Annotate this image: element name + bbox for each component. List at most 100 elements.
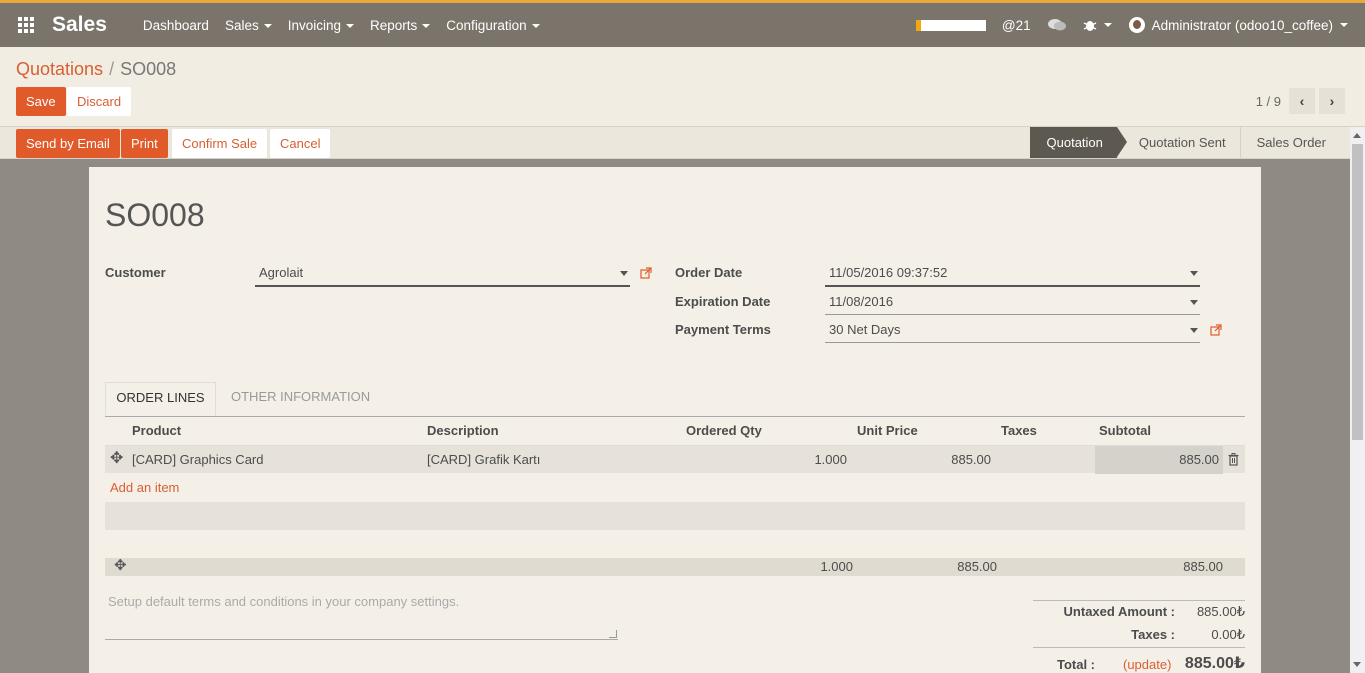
planner-progress-bar[interactable] [915, 19, 986, 31]
discard-button[interactable]: Discard [67, 87, 132, 116]
external-link-icon[interactable] [1210, 324, 1222, 336]
stage-sales-order[interactable]: Sales Order [1239, 127, 1340, 158]
dropdown-arrow-icon[interactable] [1190, 271, 1198, 276]
breadcrumb-current: SO008 [120, 59, 177, 79]
menu-configuration[interactable]: Configuration [438, 18, 547, 33]
stage-quotation-sent[interactable]: Quotation Sent [1116, 127, 1240, 158]
menu-reports[interactable]: Reports [362, 18, 438, 33]
user-menu[interactable]: Administrator (odoo10_coffee) [1128, 17, 1348, 33]
dropdown-arrow-icon[interactable] [1190, 328, 1198, 333]
breadcrumb-quotations[interactable]: Quotations [16, 59, 103, 79]
save-button[interactable]: Save [16, 87, 66, 116]
column-header-unit-price[interactable]: Unit Price [857, 423, 918, 438]
total-label: Total : [1056, 657, 1095, 672]
print-button[interactable]: Print [121, 129, 168, 158]
sum-unit-price: 885.00 [957, 559, 997, 574]
send-by-email-button[interactable]: Send by Email [16, 129, 120, 158]
scroll-up-arrow-icon[interactable] [1353, 133, 1361, 138]
progress-fill [915, 19, 921, 31]
totals-summary: Untaxed Amount : 885.00₺ Taxes : 0.00₺ T… [1033, 600, 1245, 672]
add-an-item-link[interactable]: Add an item [110, 480, 179, 495]
pager-next-button[interactable]: › [1319, 88, 1345, 114]
taxes-label: Taxes : [1131, 627, 1175, 642]
mentions-label: @21 [1001, 17, 1031, 33]
scroll-thumb[interactable] [1352, 144, 1363, 440]
totals-divider [1033, 647, 1245, 648]
order-date-field[interactable]: 11/05/2016 09:37:52 [825, 262, 1200, 287]
untaxed-amount-label: Untaxed Amount : [1063, 604, 1175, 619]
terms-and-conditions-textarea[interactable]: Setup default terms and conditions in yo… [105, 592, 618, 640]
menu-dashboard[interactable]: Dashboard [135, 18, 217, 33]
form-sheet: SO008 Customer Agrolait Order Date 11/05… [89, 167, 1261, 673]
stage-pipeline: Quotation Quotation Sent Sales Order [1029, 127, 1340, 158]
customer-field[interactable]: Agrolait [255, 262, 630, 287]
sum-subtotal: 885.00 [1183, 559, 1223, 574]
cell-subtotal[interactable]: 885.00 [1145, 452, 1219, 467]
chat-icon[interactable] [1047, 18, 1066, 32]
trash-icon[interactable] [1228, 453, 1239, 466]
customer-value: Agrolait [259, 265, 304, 280]
order-title: SO008 [105, 197, 205, 233]
cell-ordered-qty[interactable]: 1.000 [795, 452, 847, 467]
order-date-value: 11/05/2016 09:37:52 [829, 265, 948, 280]
top-navbar: Sales Dashboard Sales Invoicing Reports … [0, 0, 1365, 47]
scrollbar[interactable] [1350, 127, 1365, 673]
tab-order-lines[interactable]: ORDER LINES [105, 382, 216, 416]
pager: 1 / 9 ‹ › [1256, 88, 1345, 114]
breadcrumb: Quotations / SO008 [16, 59, 176, 80]
table-footer-sums: ✥ 1.000 885.00 885.00 [105, 558, 1245, 576]
drag-handle-icon: ✥ [114, 557, 127, 574]
column-header-product[interactable]: Product [132, 423, 181, 438]
breadcrumb-separator: / [109, 59, 115, 79]
apps-menu-icon[interactable] [0, 17, 52, 33]
control-panel: Quotations / SO008 Save Discard 1 / 9 ‹ › [0, 47, 1365, 127]
empty-table-row [105, 502, 1245, 530]
resize-grip-icon[interactable] [609, 630, 617, 638]
table-row[interactable]: ✥ [CARD] Graphics Card [CARD] Grafik Kar… [105, 445, 1245, 474]
menu-invoicing[interactable]: Invoicing [280, 18, 362, 33]
untaxed-amount-value: 885.00₺ [1196, 604, 1245, 619]
debug-bug-icon[interactable] [1083, 18, 1112, 32]
status-bar: Send by Email Print Confirm Sale Cancel … [0, 127, 1350, 159]
notebook-tabs: ORDER LINES OTHER INFORMATION [105, 382, 1245, 417]
cell-product[interactable]: [CARD] Graphics Card [132, 452, 263, 467]
cancel-button[interactable]: Cancel [270, 129, 331, 158]
expiration-date-field[interactable]: 11/08/2016 [825, 291, 1200, 315]
mentions-counter[interactable]: @21 [1002, 18, 1031, 33]
drag-handle-icon[interactable]: ✥ [110, 451, 123, 467]
menu-sales[interactable]: Sales [217, 18, 280, 33]
payment-terms-label: Payment Terms [675, 322, 771, 337]
chevron-down-icon [1103, 23, 1112, 27]
cell-unit-price[interactable]: 885.00 [925, 452, 991, 467]
taxes-value: 0.00₺ [1211, 627, 1245, 642]
chevron-down-icon [1340, 23, 1348, 27]
expiration-date-value: 11/08/2016 [829, 294, 894, 309]
update-link[interactable]: (update) [1123, 657, 1171, 672]
chevron-down-icon [263, 23, 272, 28]
order-date-label: Order Date [675, 265, 743, 280]
pager-value[interactable]: 1 / 9 [1256, 94, 1281, 109]
column-header-ordered-qty[interactable]: Ordered Qty [686, 423, 762, 438]
pager-previous-button[interactable]: ‹ [1289, 88, 1315, 114]
column-header-taxes[interactable]: Taxes [1001, 423, 1037, 438]
confirm-sale-button[interactable]: Confirm Sale [172, 129, 268, 158]
total-value: 885.00₺ [1184, 655, 1245, 672]
dropdown-arrow-icon[interactable] [620, 271, 628, 276]
stage-quotation[interactable]: Quotation [1029, 127, 1128, 158]
sum-ordered-qty: 1.000 [820, 559, 853, 574]
chevron-down-icon [346, 23, 355, 28]
user-name: Administrator (odoo10_coffee) [1151, 17, 1333, 33]
app-name: Sales [52, 13, 107, 36]
customer-label: Customer [105, 265, 166, 280]
cell-description[interactable]: [CARD] Grafik Kartı [427, 452, 540, 467]
payment-terms-field[interactable]: 30 Net Days [825, 319, 1200, 343]
tab-other-information[interactable]: OTHER INFORMATION [231, 382, 370, 416]
scroll-down-arrow-icon[interactable] [1353, 662, 1361, 667]
column-header-subtotal[interactable]: Subtotal [1099, 423, 1151, 438]
dropdown-arrow-icon[interactable] [1190, 300, 1198, 305]
chevron-down-icon [422, 23, 431, 28]
external-link-icon[interactable] [640, 267, 652, 279]
terms-placeholder: Setup default terms and conditions in yo… [108, 594, 460, 609]
expiration-date-label: Expiration Date [675, 294, 771, 309]
column-header-description[interactable]: Description [427, 423, 499, 438]
